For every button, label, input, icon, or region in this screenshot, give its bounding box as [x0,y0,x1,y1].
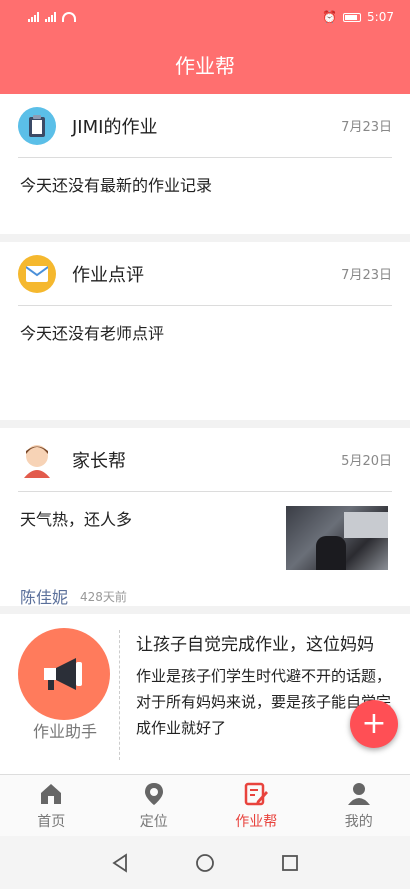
system-nav-bar [0,836,410,889]
battery-icon [343,12,362,22]
tab-location[interactable]: 定位 [103,775,206,836]
add-button[interactable]: + [350,700,398,748]
clipboard-icon [18,106,56,145]
tab-home[interactable]: 首页 [0,775,103,836]
card-parents[interactable]: 家长帮 5月20日 天气热，还人多 陈佳妮 428天前 [0,428,410,608]
homework-icon [245,782,269,805]
location-icon [144,782,163,805]
recents-icon[interactable] [281,854,299,872]
card-date: 5月20日 [341,454,392,469]
card-date: 7月23日 [341,268,392,283]
author-row: 陈佳妮 428天前 [0,570,410,608]
card-title: 作业点评 [72,264,144,286]
assistant-article[interactable]: 让孩子自觉完成作业，这位妈妈 作业是孩子们学生时代避不开的话题，对于所有妈妈来说… [120,614,410,774]
assistant-label: 作业助手 [32,722,97,741]
card-title: 家长帮 [72,450,126,472]
card-header: 作业点评 7月23日 [18,242,392,306]
signal-icon-2 [45,12,56,22]
wifi-icon [62,12,76,22]
card-title: JIMI的作业 [72,116,158,138]
status-time: 5:07 [367,10,394,24]
home-nav-icon[interactable] [195,853,215,873]
alarm-icon: ⏰ [322,10,338,24]
card-review[interactable]: 作业点评 7月23日 今天还没有老师点评 [0,242,410,420]
post-text: 天气热，还人多 [20,510,133,529]
post-time: 428天前 [80,589,127,604]
envelope-icon [18,254,56,293]
feed[interactable]: JIMI的作业 7月23日 今天还没有最新的作业记录 作业点评 7月23日 今天… [0,94,410,774]
card-body: 今天还没有最新的作业记录 [20,176,213,195]
status-right: ⏰ 5:07 [322,10,394,24]
card-homework[interactable]: JIMI的作业 7月23日 今天还没有最新的作业记录 [0,94,410,234]
card-body: 今天还没有老师点评 [20,324,165,343]
profile-icon [347,782,370,805]
status-left [28,12,76,22]
tab-bar: 首页 定位 作业帮 我的 [0,774,410,836]
tab-label: 定位 [139,813,168,830]
post-author[interactable]: 陈佳妮 [20,584,68,608]
post-photo[interactable] [286,506,388,570]
divider [119,630,120,760]
post-body: 天气热，还人多 [0,492,410,570]
tab-label: 作业帮 [235,813,278,830]
card-assistant[interactable]: 作业助手 让孩子自觉完成作业，这位妈妈 作业是孩子们学生时代避不开的话题，对于所… [0,614,410,774]
page-title: 作业帮 [175,53,235,78]
parent-avatar-icon [18,440,56,479]
card-header: JIMI的作业 7月23日 [18,94,392,158]
article-headline: 让孩子自觉完成作业，这位妈妈 [136,635,374,655]
home-icon [41,783,62,804]
tab-label: 我的 [344,813,373,830]
card-date: 7月23日 [341,120,392,135]
status-bar: ⏰ 5:07 [0,0,410,34]
back-icon[interactable] [111,852,129,873]
assistant-left: 作业助手 [0,614,120,774]
megaphone-icon [18,628,110,720]
tab-label: 首页 [37,813,66,830]
card-header: 家长帮 5月20日 [18,428,392,492]
header: 作业帮 [0,34,410,94]
signal-icon [28,12,39,22]
tab-profile[interactable]: 我的 [308,775,410,836]
tab-homework[interactable]: 作业帮 [205,775,308,836]
